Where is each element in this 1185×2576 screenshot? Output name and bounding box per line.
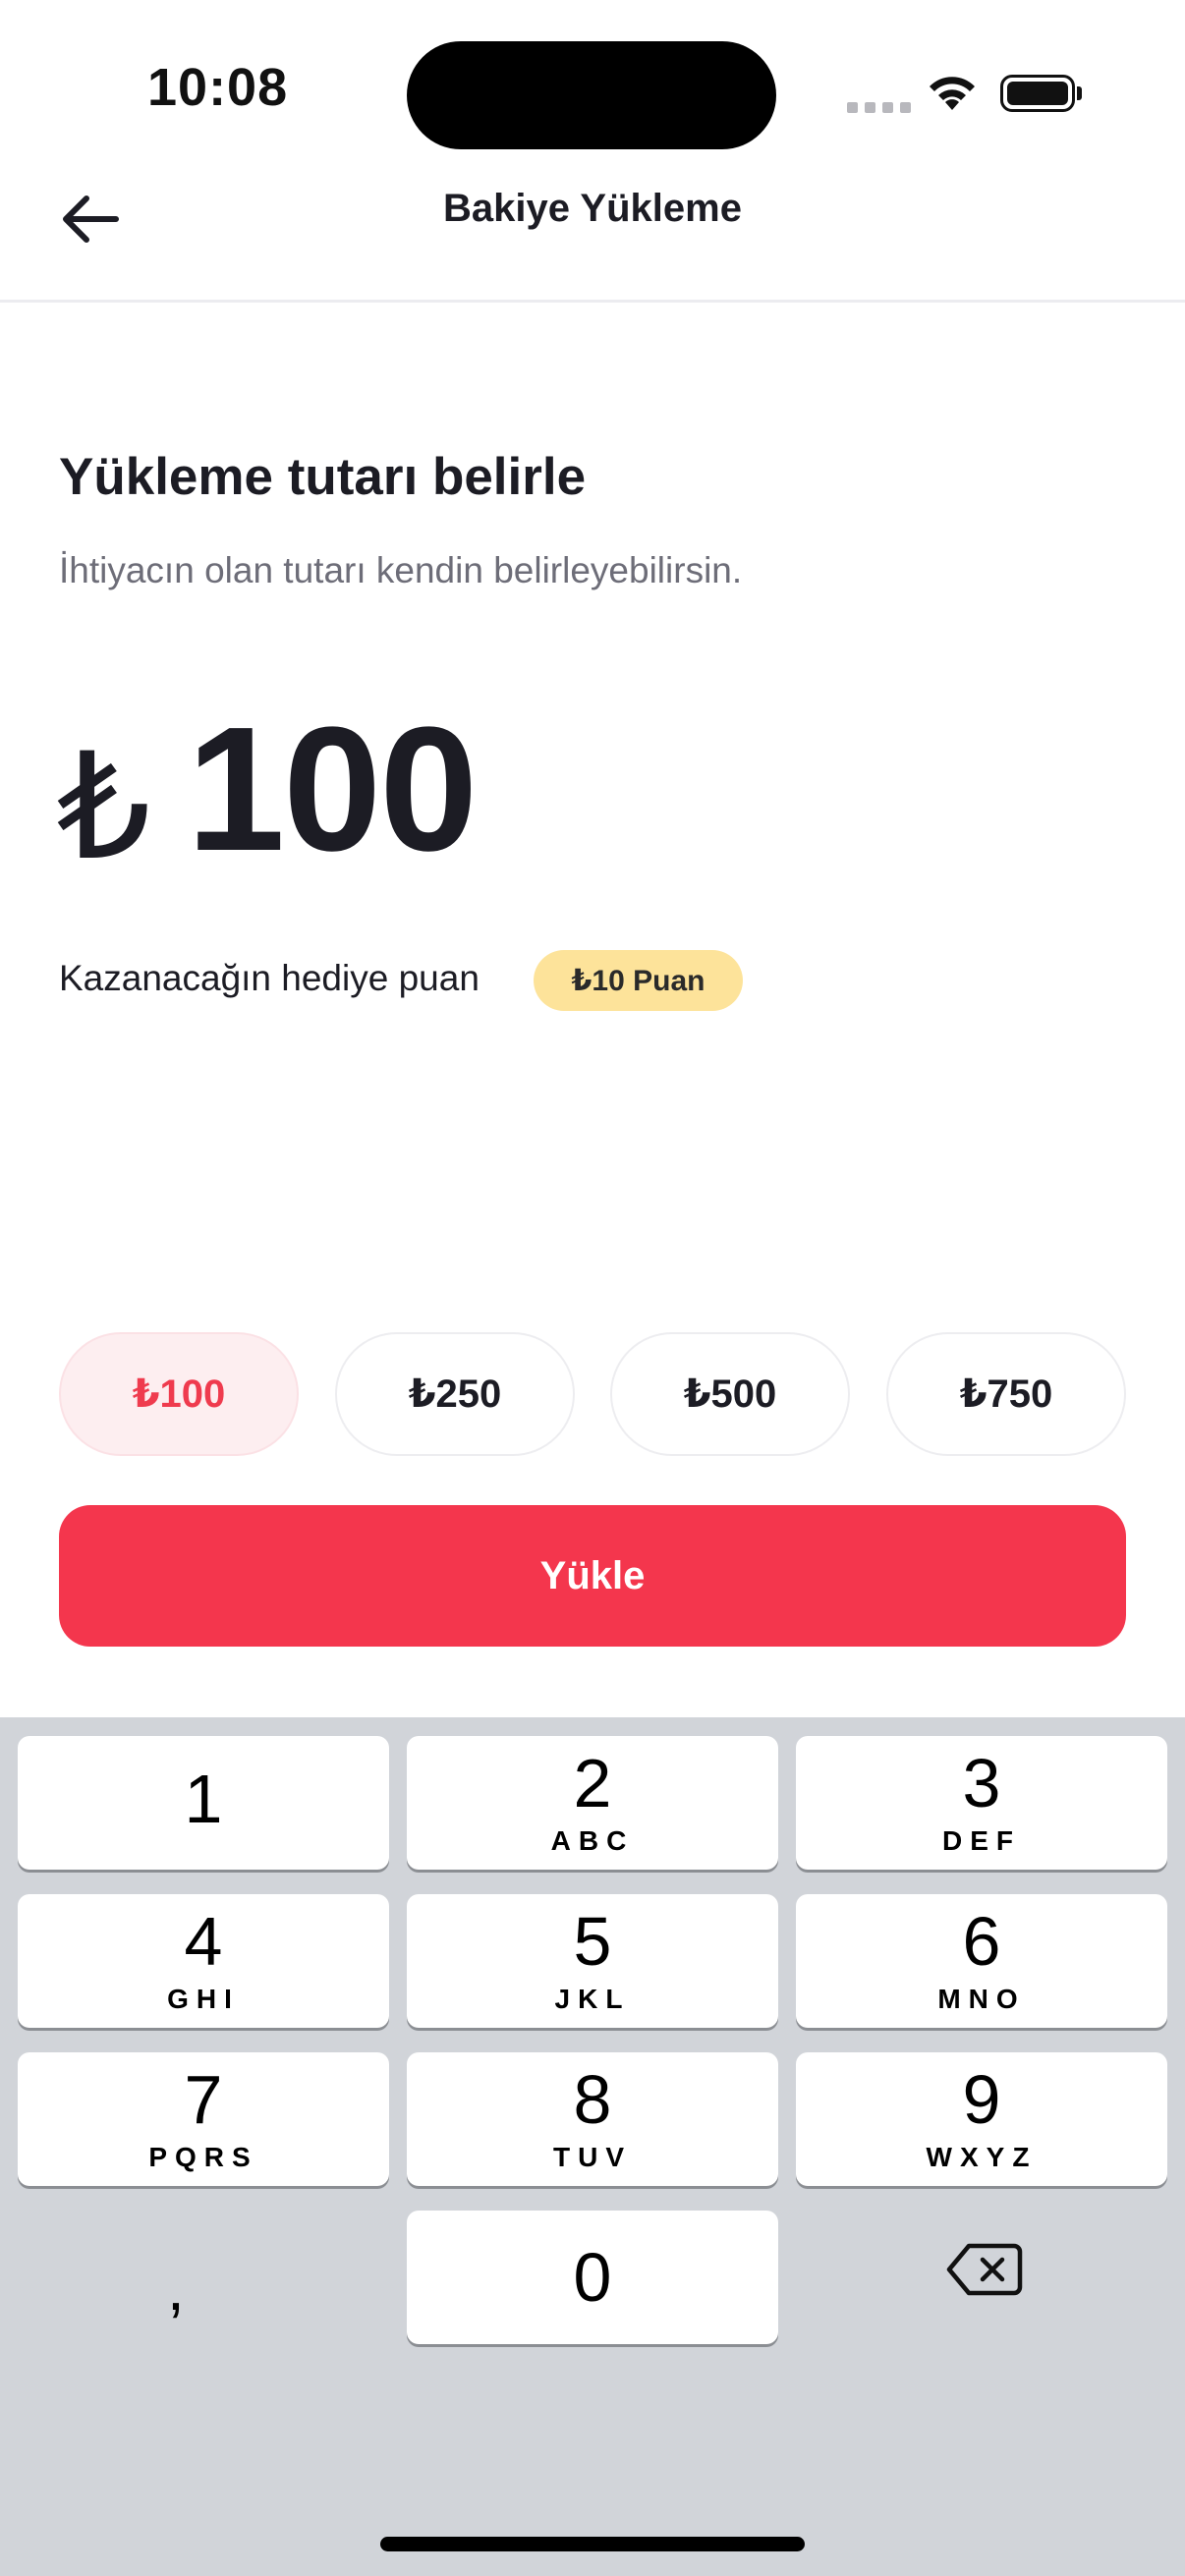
key-1[interactable]: 1 (18, 1736, 389, 1870)
amount-display[interactable]: 100 (187, 688, 478, 891)
backspace-icon[interactable] (945, 2240, 1024, 2299)
battery-tip (1077, 86, 1082, 100)
key-letters: GHI (167, 1984, 240, 2014)
key-number: 2 (573, 1745, 612, 1821)
key-number: 1 (184, 1761, 223, 1837)
key-letters: DEF (942, 1825, 1021, 1856)
key-4[interactable]: 4 GHI (18, 1894, 389, 2028)
comma-key[interactable]: , (167, 2252, 185, 2324)
key-letters: MNO (937, 1984, 1026, 2014)
key-6[interactable]: 6 MNO (796, 1894, 1167, 2028)
numeric-keyboard: 1 2 ABC 3 DEF 4 GHI 5 JKL 6 MNO 7 PQRS 8… (0, 1717, 1185, 2576)
key-letters: TUV (553, 2142, 632, 2172)
key-3[interactable]: 3 DEF (796, 1736, 1167, 1870)
key-number: 4 (184, 1903, 223, 1980)
key-number: 6 (962, 1903, 1001, 1980)
key-number: 3 (962, 1745, 1001, 1821)
home-indicator (380, 2537, 805, 2551)
key-5[interactable]: 5 JKL (407, 1894, 778, 2028)
battery-icon (1000, 75, 1075, 112)
key-letters: ABC (550, 1825, 635, 1856)
dynamic-island (407, 41, 776, 149)
key-7[interactable]: 7 PQRS (18, 2052, 389, 2186)
section-title: Yükleme tutarı belirle (59, 448, 587, 506)
header-divider (0, 300, 1185, 303)
key-0[interactable]: 0 (407, 2211, 778, 2344)
key-number: 0 (573, 2239, 612, 2316)
points-label: Kazanacağın hediye puan (59, 958, 480, 998)
quick-amount-750[interactable]: ₺750 (886, 1332, 1126, 1456)
section-subtitle: İhtiyacın olan tutarı kendin belirleyebi… (59, 550, 743, 590)
key-letters: WXYZ (926, 2142, 1038, 2172)
quick-amount-500[interactable]: ₺500 (610, 1332, 850, 1456)
key-number: 5 (573, 1903, 612, 1980)
currency-symbol: ₺ (57, 724, 151, 889)
key-number: 9 (962, 2061, 1001, 2138)
quick-amount-100[interactable]: ₺100 (59, 1332, 299, 1456)
points-badge: ₺10 Puan (534, 950, 743, 1011)
page-title: Bakiye Yükleme (443, 187, 742, 230)
quick-amount-250[interactable]: ₺250 (335, 1332, 575, 1456)
key-letters: JKL (554, 1984, 631, 2014)
cellular-signal-icon (847, 102, 911, 113)
key-number: 8 (573, 2061, 612, 2138)
key-2[interactable]: 2 ABC (407, 1736, 778, 1870)
key-8[interactable]: 8 TUV (407, 2052, 778, 2186)
wifi-icon (930, 77, 975, 110)
key-number: 7 (184, 2061, 223, 2138)
key-9[interactable]: 9 WXYZ (796, 2052, 1167, 2186)
status-time: 10:08 (147, 58, 289, 117)
key-letters: PQRS (148, 2142, 258, 2172)
load-button[interactable]: Yükle (59, 1505, 1126, 1647)
